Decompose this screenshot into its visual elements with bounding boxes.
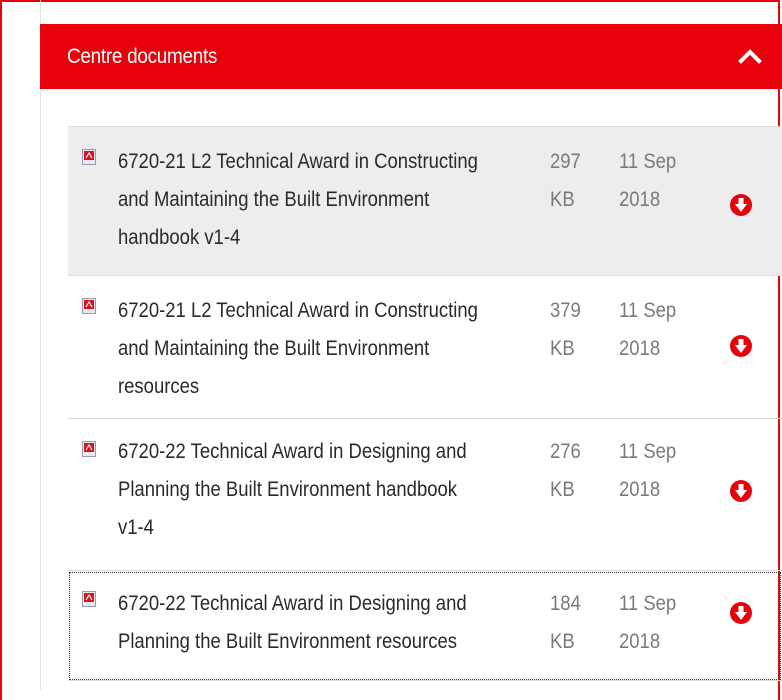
pdf-icon [82,591,96,607]
file-date: 11 Sep 2018 [619,592,677,653]
document-row[interactable]: 6720-21 L2 Technical Award in Constructi… [68,276,782,419]
document-title[interactable]: 6720-21 L2 Technical Award in Constructi… [118,292,478,406]
accordion-title: Centre documents [67,44,218,68]
chevron-up-icon[interactable] [738,44,762,68]
file-date: 11 Sep 2018 [619,299,677,360]
file-size: 379 KB [550,299,581,360]
file-size: 184 KB [550,592,581,653]
file-size: 297 KB [550,150,581,211]
document-title[interactable]: 6720-21 L2 Technical Award in Constructi… [118,143,478,257]
file-date: 11 Sep 2018 [619,150,677,211]
file-size: 276 KB [550,440,581,501]
document-row[interactable]: 6720-22 Technical Award in Designing and… [68,571,782,681]
accordion-header[interactable]: Centre documents [40,24,782,89]
pdf-icon [82,441,96,457]
document-list: 6720-21 L2 Technical Award in Constructi… [68,126,782,681]
download-icon[interactable] [729,334,753,358]
document-title[interactable]: 6720-22 Technical Award in Designing and… [118,585,470,661]
download-icon[interactable] [729,479,753,503]
download-icon[interactable] [729,601,753,625]
document-title[interactable]: 6720-22 Technical Award in Designing and… [118,433,470,547]
document-row[interactable]: 6720-21 L2 Technical Award in Constructi… [68,126,782,276]
download-icon[interactable] [729,193,753,217]
pdf-icon [82,298,96,314]
document-row[interactable]: 6720-22 Technical Award in Designing and… [68,419,782,571]
pdf-icon [82,149,96,165]
file-date: 11 Sep 2018 [619,440,677,501]
